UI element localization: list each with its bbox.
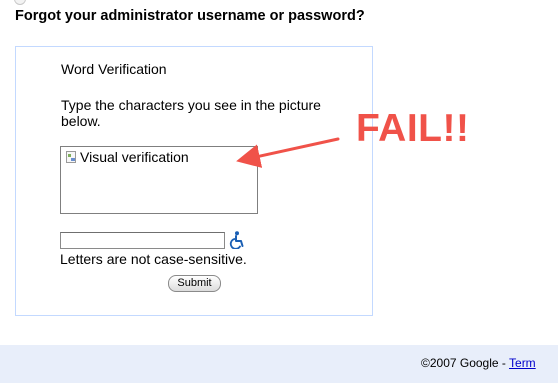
wheelchair-accessibility-icon[interactable]: [229, 231, 245, 249]
instruction-text: Type the characters you see in the pictu…: [61, 97, 321, 129]
broken-image-icon: [66, 151, 76, 163]
submit-button[interactable]: Submit: [168, 275, 221, 292]
captcha-image-placeholder: Visual verification: [60, 146, 258, 214]
copyright-text: ©2007 Google -: [421, 356, 510, 370]
case-sensitivity-note: Letters are not case-sensitive.: [60, 251, 247, 267]
partial-icon: [14, 0, 26, 5]
word-verification-panel: Word Verification Type the characters yo…: [15, 46, 373, 316]
page-title: Forgot your administrator username or pa…: [15, 8, 365, 24]
footer-text: ©2007 Google - Term: [421, 356, 536, 370]
footer: ©2007 Google - Term: [0, 345, 558, 383]
terms-link[interactable]: Term: [509, 356, 536, 370]
captcha-answer-input[interactable]: [60, 232, 225, 249]
section-heading: Word Verification: [61, 61, 167, 77]
fail-annotation: FAIL!!: [356, 107, 470, 150]
captcha-alt-text: Visual verification: [80, 149, 189, 165]
